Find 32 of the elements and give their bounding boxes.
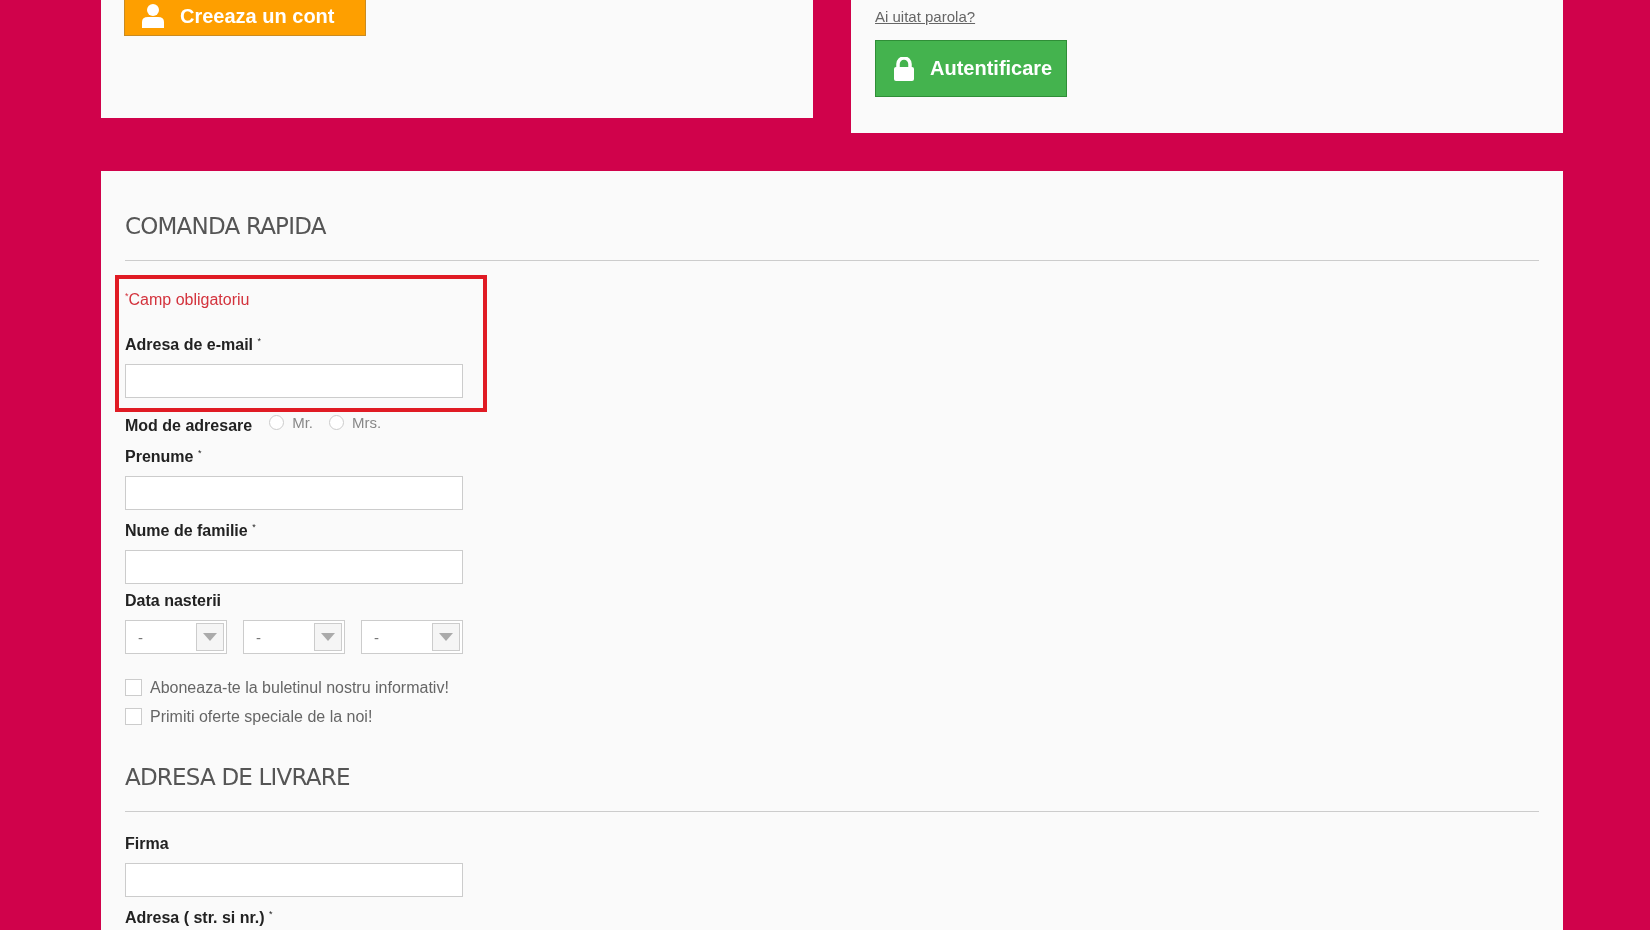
section-heading: COMANDA RAPIDA bbox=[125, 212, 327, 241]
date-dropdown[interactable]: - bbox=[243, 620, 345, 654]
section-heading: ADRESA DE LIVRARE bbox=[125, 763, 351, 792]
date-dropdown[interactable]: - bbox=[125, 620, 227, 654]
caret-icon bbox=[321, 633, 335, 641]
forgot-password-link[interactable]: Ai uitat parola? bbox=[875, 8, 976, 25]
field-label: Firma bbox=[125, 834, 170, 854]
field-label: Mod de adresare bbox=[125, 416, 253, 436]
field-label: Nume de familie $^{*}$ bbox=[125, 521, 257, 541]
last-name-input-field[interactable] bbox=[125, 550, 463, 584]
caret-icon bbox=[439, 633, 453, 641]
radio-button[interactable] bbox=[269, 414, 285, 430]
first-name-input-field[interactable] bbox=[125, 476, 463, 510]
lock-icon bbox=[894, 56, 914, 81]
checkbox-label: Aboneaza-te la buletinul nostru informativ! bbox=[150, 678, 449, 697]
radio-label: Mrs. bbox=[352, 413, 382, 431]
caret-icon bbox=[203, 633, 217, 641]
required-note: $^{*}$Camp obligatoriu bbox=[125, 290, 251, 310]
login-button[interactable]: Autentificare bbox=[875, 40, 1068, 97]
user-icon bbox=[142, 4, 164, 28]
text-input-field[interactable] bbox=[125, 863, 463, 897]
checkbox-label: Primiti oferte speciale de la noi! bbox=[150, 707, 373, 726]
radio-button[interactable] bbox=[329, 414, 344, 430]
date-dropdown[interactable]: - bbox=[361, 620, 463, 654]
radio-label: Mr. bbox=[292, 413, 313, 431]
field-label: Adresa ( str. si nr.) $^{*}$ bbox=[125, 908, 274, 928]
checkbox[interactable] bbox=[125, 679, 142, 696]
checkbox[interactable] bbox=[125, 708, 142, 725]
field-label: Prenume $^{*}$ bbox=[125, 447, 203, 467]
field-label: Data nasterii bbox=[125, 591, 223, 611]
field-label: Adresa de e-mail $^{*}$ bbox=[125, 335, 262, 355]
email-input-field[interactable] bbox=[125, 364, 463, 398]
